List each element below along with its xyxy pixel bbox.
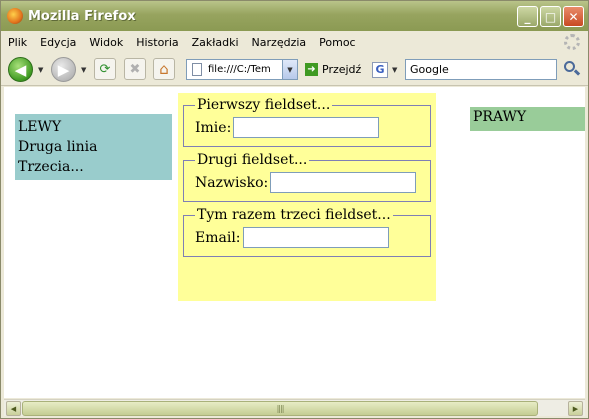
name-input[interactable] — [233, 117, 380, 138]
search-box[interactable] — [405, 59, 557, 80]
forward-arrow-icon: ▶ — [57, 60, 70, 79]
fieldset-first: Pierwszy fieldset... Imie: — [183, 97, 431, 147]
firefox-logo-icon — [7, 8, 23, 24]
search-input[interactable] — [410, 63, 550, 76]
center-form-panel: Pierwszy fieldset... Imie: Drugi fieldse… — [178, 93, 436, 301]
back-history-dropdown-icon[interactable]: ▼ — [38, 66, 43, 74]
back-arrow-icon: ◀ — [14, 60, 27, 79]
title-bar: Mozilla Firefox _ □ ✕ — [1, 1, 588, 31]
menu-bar: Plik Edycja Widok Historia Zakładki Narz… — [1, 31, 588, 53]
menu-plik[interactable]: Plik — [8, 36, 27, 49]
minimize-button[interactable]: _ — [517, 6, 538, 27]
forward-history-dropdown-icon[interactable]: ▼ — [81, 66, 86, 74]
scroll-left-arrow-icon[interactable]: ◀ — [6, 401, 21, 416]
surname-label: Nazwisko: — [195, 174, 269, 191]
google-engine-icon: G — [372, 61, 388, 78]
fieldset-second: Drugi fieldset... Nazwisko: — [183, 152, 431, 202]
stop-icon: ✖ — [129, 61, 141, 77]
page-icon — [192, 63, 202, 76]
window-controls: _ □ ✕ — [517, 6, 584, 27]
scrollbar-thumb[interactable]: |||| — [22, 401, 538, 416]
fieldset-legend: Tym razem trzeci fieldset... — [197, 207, 391, 223]
url-input[interactable]: file:///C:/Tem — [208, 64, 278, 75]
home-icon: ⌂ — [159, 60, 169, 78]
url-bar[interactable]: file:///C:/Tem ▼ — [186, 59, 298, 80]
forward-button[interactable]: ▶ — [51, 57, 76, 82]
go-button[interactable]: ➜ Przejdź — [305, 59, 361, 80]
left-box-line: LEWY — [18, 119, 62, 135]
fieldset-third: Tym razem trzeci fieldset... Email: — [183, 207, 431, 257]
reload-button[interactable]: ⟳ — [94, 58, 116, 80]
engine-dropdown-icon: ▼ — [392, 65, 398, 74]
left-box: LEWY Druga linia Trzecia... — [15, 114, 172, 180]
page-content: LEWY Druga linia Trzecia... Pierwszy fie… — [4, 87, 585, 398]
go-arrow-icon: ➜ — [305, 63, 318, 76]
email-label: Email: — [195, 229, 241, 246]
menu-narzedzia[interactable]: Narzędzia — [252, 36, 307, 49]
left-box-line: Trzecia... — [18, 159, 84, 175]
throbber-icon — [564, 34, 580, 50]
maximize-button[interactable]: □ — [540, 6, 561, 27]
left-box-line: Druga linia — [18, 139, 98, 155]
reload-icon: ⟳ — [99, 61, 111, 77]
go-label: Przejdź — [322, 63, 362, 76]
surname-input[interactable] — [270, 172, 417, 193]
email-input[interactable] — [242, 227, 389, 248]
horizontal-scrollbar[interactable]: ◀ |||| ▶ — [4, 399, 585, 416]
back-button[interactable]: ◀ — [8, 57, 33, 82]
window-title: Mozilla Firefox — [28, 8, 136, 24]
fieldset-legend: Drugi fieldset... — [197, 152, 308, 168]
browser-window: Mozilla Firefox _ □ ✕ Plik Edycja Widok … — [0, 0, 589, 419]
menu-zakladki[interactable]: Zakładki — [192, 36, 239, 49]
search-engine-selector[interactable]: G ▼ — [372, 59, 397, 80]
right-box: PRAWY — [470, 107, 585, 131]
menu-pomoc[interactable]: Pomoc — [319, 36, 355, 49]
fieldset-legend: Pierwszy fieldset... — [197, 97, 331, 113]
menu-historia[interactable]: Historia — [136, 36, 178, 49]
close-button[interactable]: ✕ — [563, 6, 584, 27]
navigation-toolbar: ◀ ▼ ▶ ▼ ⟳ ✖ ⌂ file:///C:/Tem ▼ ➜ Przejdź… — [1, 53, 588, 86]
home-button[interactable]: ⌂ — [153, 58, 175, 80]
name-label: Imie: — [195, 119, 232, 136]
scroll-right-arrow-icon[interactable]: ▶ — [568, 401, 583, 416]
menu-edycja[interactable]: Edycja — [40, 36, 76, 49]
menu-widok[interactable]: Widok — [89, 36, 123, 49]
search-magnifier-icon[interactable] — [563, 61, 581, 79]
url-dropdown-icon[interactable]: ▼ — [282, 60, 297, 79]
stop-button[interactable]: ✖ — [124, 58, 146, 80]
